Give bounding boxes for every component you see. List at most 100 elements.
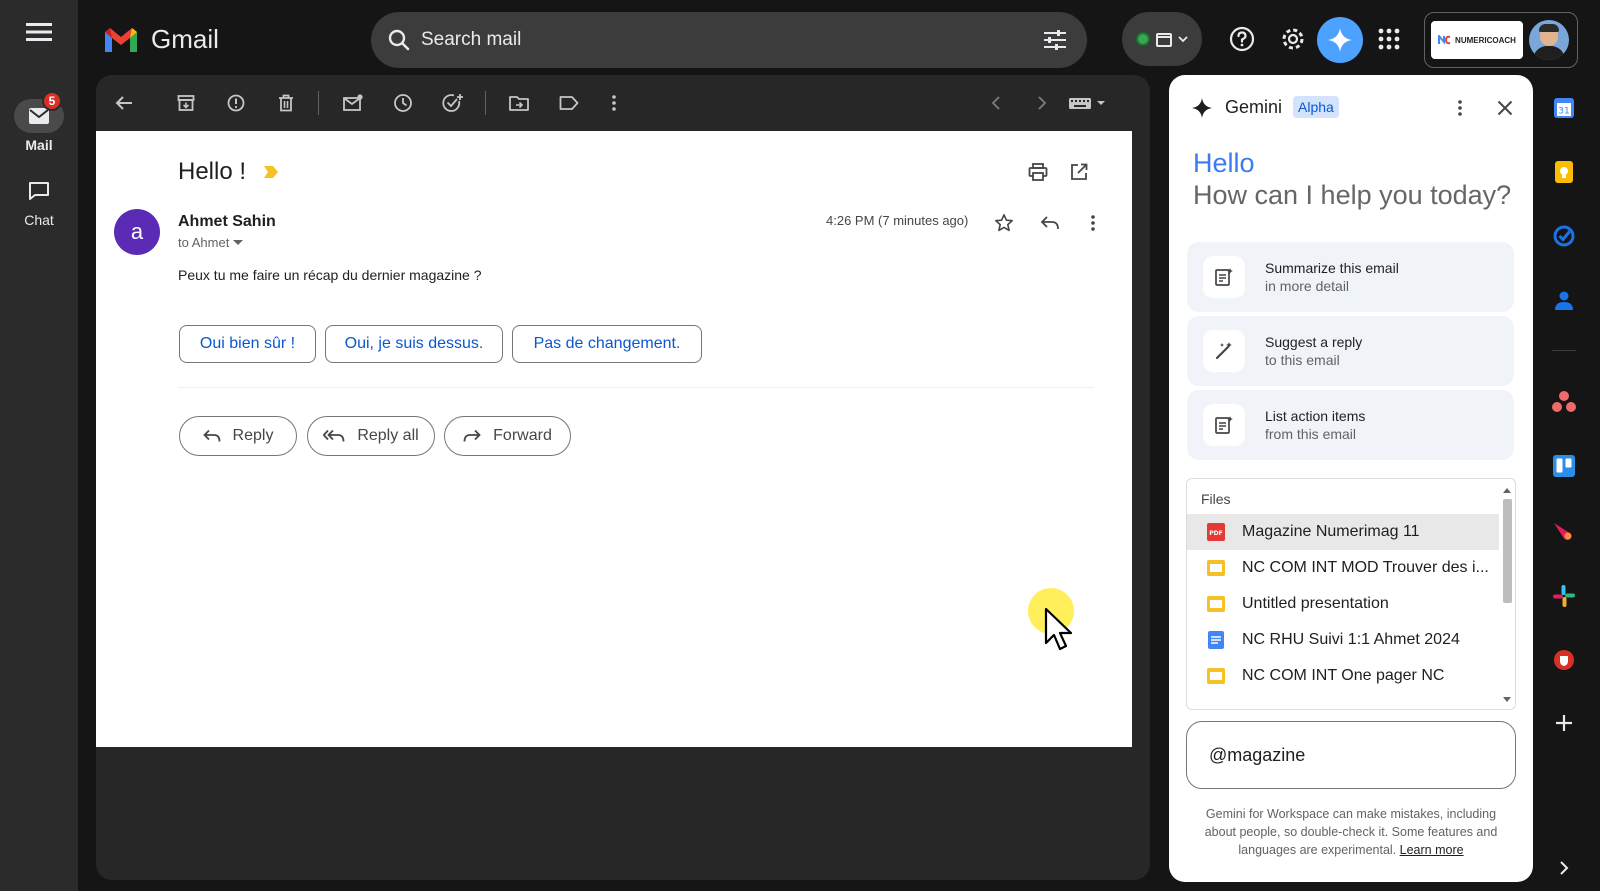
search-icon[interactable] xyxy=(387,28,411,52)
chat-pill xyxy=(14,174,64,208)
important-marker-icon[interactable] xyxy=(264,166,278,178)
addon-clickup-button[interactable] xyxy=(1548,516,1580,548)
label-icon xyxy=(559,96,579,110)
search-input[interactable] xyxy=(421,29,1043,51)
file-item-slides[interactable]: NC COM INT MOD Trouver des i... xyxy=(1187,550,1499,586)
gemini-more-button[interactable] xyxy=(1445,93,1475,123)
back-button[interactable] xyxy=(110,89,138,117)
search-bar[interactable] xyxy=(371,12,1087,68)
gmail-logo[interactable] xyxy=(103,26,139,54)
main-menu-button[interactable] xyxy=(0,22,78,42)
left-rail: 5 Mail Chat xyxy=(0,0,78,891)
delete-button[interactable] xyxy=(272,89,300,117)
open-new-window-button[interactable] xyxy=(1064,157,1094,187)
input-tools-button[interactable] xyxy=(1066,89,1110,117)
reply-label: Reply xyxy=(232,427,274,444)
rail-item-chat[interactable]: Chat xyxy=(0,174,78,228)
add-to-tasks-button[interactable] xyxy=(439,89,467,117)
account-switcher[interactable]: NUMERICOACH xyxy=(1424,12,1578,68)
active-status-icon xyxy=(1136,32,1150,46)
keep-app-button[interactable] xyxy=(1548,156,1580,188)
newer-button[interactable] xyxy=(982,89,1010,117)
learn-more-link[interactable]: Learn more xyxy=(1400,843,1464,857)
slides-icon xyxy=(1206,558,1226,578)
support-button[interactable] xyxy=(1222,19,1262,59)
smart-reply-1[interactable]: Oui bien sûr ! xyxy=(179,325,316,363)
rail-item-mail[interactable]: 5 Mail xyxy=(0,91,78,153)
forward-icon xyxy=(463,429,481,442)
report-spam-button[interactable] xyxy=(222,89,250,117)
email-timestamp: 4:26 PM (7 minutes ago) xyxy=(826,213,969,228)
gemini-prompt-input[interactable] xyxy=(1209,744,1499,766)
file-name: NC RHU Suivi 1:1 Ahmet 2024 xyxy=(1242,631,1460,648)
mail-panel: Hello ! a Ahmet Sahin to Ahmet 4:26 PM (… xyxy=(96,75,1150,880)
recipient-text: to Ahmet xyxy=(178,235,230,250)
file-item-docs[interactable]: NC RHU Suivi 1:1 Ahmet 2024 xyxy=(1187,622,1499,658)
scroll-thumb[interactable] xyxy=(1503,499,1512,603)
gemini-toggle-button[interactable] xyxy=(1317,17,1363,63)
file-item-slides[interactable]: Untitled presentation xyxy=(1187,586,1499,622)
tasks-app-button[interactable] xyxy=(1548,220,1580,252)
contacts-icon xyxy=(1555,291,1573,310)
mark-unread-button[interactable] xyxy=(339,89,367,117)
file-item-slides[interactable]: NC COM INT One pager NC xyxy=(1187,658,1499,694)
search-options-icon[interactable] xyxy=(1043,29,1067,51)
smart-reply-3[interactable]: Pas de changement. xyxy=(512,325,702,363)
calendar-icon: 31 xyxy=(1554,98,1574,118)
brand-logo: NUMERICOACH xyxy=(1431,21,1523,59)
suggestion-reply[interactable]: Suggest a reply to this email xyxy=(1187,316,1514,386)
help-icon xyxy=(1229,26,1255,52)
gemini-prompt-box[interactable] xyxy=(1186,721,1516,789)
labels-button[interactable] xyxy=(555,89,583,117)
scroll-up-icon[interactable] xyxy=(1503,487,1511,493)
reply-icon xyxy=(1040,216,1059,230)
status-chip[interactable] xyxy=(1122,12,1202,66)
sender-name[interactable]: Ahmet Sahin xyxy=(178,213,276,231)
apps-button[interactable] xyxy=(1369,19,1409,59)
print-button[interactable] xyxy=(1023,157,1053,187)
caret-down-icon xyxy=(233,239,244,245)
addon-trello-button[interactable] xyxy=(1548,450,1580,482)
reply-all-button[interactable]: Reply all xyxy=(307,416,435,456)
files-scrollbar[interactable] xyxy=(1500,487,1514,709)
contacts-app-button[interactable] xyxy=(1548,284,1580,316)
snooze-button[interactable] xyxy=(389,89,417,117)
get-addons-button[interactable] xyxy=(1548,707,1580,739)
star-icon xyxy=(995,214,1013,232)
slides-icon xyxy=(1206,594,1226,614)
asana-icon xyxy=(1552,391,1576,412)
suggestion-subtitle: to this email xyxy=(1265,352,1340,368)
hide-side-panel-button[interactable] xyxy=(1548,852,1580,884)
older-button[interactable] xyxy=(1028,89,1056,117)
toolbar-divider xyxy=(485,91,486,115)
reply-button[interactable]: Reply xyxy=(179,416,297,456)
svg-text:PDF: PDF xyxy=(1209,530,1222,537)
gemini-close-button[interactable] xyxy=(1490,93,1520,123)
quick-reply-button[interactable] xyxy=(1035,208,1065,238)
star-button[interactable] xyxy=(989,208,1019,238)
alpha-badge: Alpha xyxy=(1293,96,1339,118)
addon-shield-button[interactable] xyxy=(1548,644,1580,676)
move-to-button[interactable] xyxy=(505,89,533,117)
email-view: Hello ! a Ahmet Sahin to Ahmet 4:26 PM (… xyxy=(96,131,1132,747)
toolbar-divider xyxy=(318,91,319,115)
gemini-sparkle-icon xyxy=(1192,98,1212,118)
scroll-down-icon[interactable] xyxy=(1503,697,1511,703)
suggestion-action-items[interactable]: List action items from this email xyxy=(1187,390,1514,460)
calendar-app-button[interactable]: 31 xyxy=(1548,92,1580,124)
sender-avatar[interactable]: a xyxy=(114,209,160,255)
recipient-line[interactable]: to Ahmet xyxy=(178,235,244,250)
addon-slack-button[interactable] xyxy=(1548,580,1580,612)
settings-button[interactable] xyxy=(1273,19,1313,59)
smart-reply-2[interactable]: Oui, je suis dessus. xyxy=(325,325,503,363)
forward-button[interactable]: Forward xyxy=(444,416,571,456)
brand-name: NUMERICOACH xyxy=(1455,35,1516,45)
suggestion-summarize[interactable]: Summarize this email in more detail xyxy=(1187,242,1514,312)
reply-all-icon xyxy=(323,429,345,442)
slack-icon xyxy=(1553,585,1575,607)
message-more-button[interactable] xyxy=(1078,208,1108,238)
file-item-pdf[interactable]: PDF Magazine Numerimag 11 xyxy=(1187,514,1499,550)
more-options-button[interactable] xyxy=(600,89,628,117)
addon-asana-button[interactable] xyxy=(1548,386,1580,418)
archive-button[interactable] xyxy=(172,89,200,117)
